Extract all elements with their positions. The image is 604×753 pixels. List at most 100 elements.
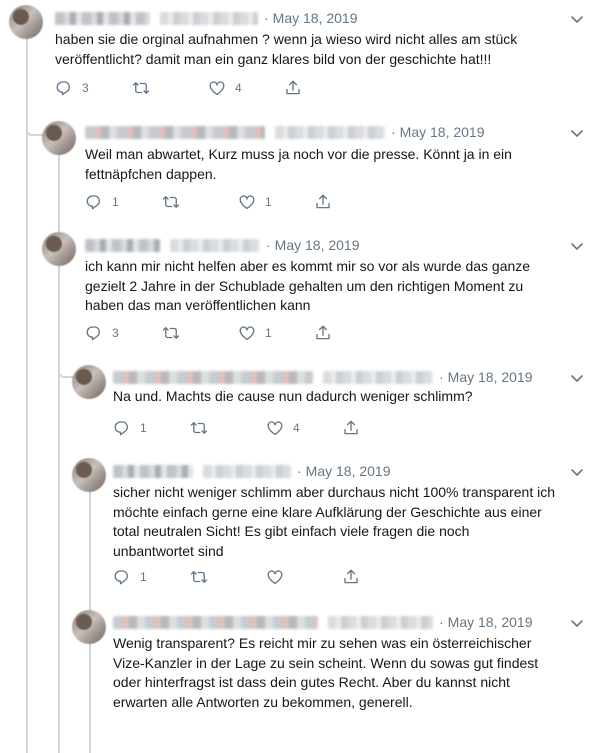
like-count: 4 xyxy=(235,81,242,95)
retweet-icon xyxy=(162,196,180,208)
author-name[interactable] xyxy=(55,11,150,25)
tweet-text: ich kann mir nicht helfen aber es kommt … xyxy=(85,257,530,316)
retweet-button[interactable] xyxy=(190,418,217,438)
reply-icon xyxy=(86,195,100,210)
author-handle[interactable] xyxy=(328,615,433,629)
retweet-button[interactable] xyxy=(162,192,189,212)
share-button[interactable] xyxy=(284,78,302,98)
reply-button[interactable]: 1 xyxy=(85,192,119,212)
avatar[interactable] xyxy=(42,232,76,266)
tweet-text-line: total neutralen Sicht! Es gibt einfach v… xyxy=(113,523,470,539)
reply-button[interactable]: 1 xyxy=(113,418,147,438)
author-handle[interactable] xyxy=(323,370,433,384)
tweet-text-line: haben sie die orginal aufnahmen ? wenn j… xyxy=(55,31,518,47)
tweet-text-line: Weil man abwartet, Kurz muss ja noch vor… xyxy=(85,146,512,162)
separator-dot: · xyxy=(391,124,396,140)
reply-count: 3 xyxy=(112,326,119,340)
tweet-date[interactable]: May 18, 2019 xyxy=(306,463,391,479)
separator-dot: · xyxy=(297,463,302,479)
author-handle[interactable] xyxy=(275,125,385,139)
like-button[interactable] xyxy=(266,567,293,587)
like-button[interactable]: 1 xyxy=(238,192,272,212)
tweet-text-line: gezielt 2 Jahre in der Schublade gehalte… xyxy=(85,277,524,294)
reply-icon xyxy=(114,421,128,436)
author-name[interactable] xyxy=(113,615,318,629)
reply-count: 1 xyxy=(140,421,147,435)
author-handle[interactable] xyxy=(160,11,258,25)
tweet[interactable]: · May 18, 2019 sicher nicht weniger schl… xyxy=(0,453,604,603)
tweet-actions: 1 xyxy=(113,567,373,587)
separator-dot: · xyxy=(264,10,269,26)
retweet-button[interactable] xyxy=(190,567,217,587)
tweet-text-line: veröffentlicht? damit man ein ganz klare… xyxy=(55,50,492,67)
avatar[interactable] xyxy=(72,458,106,492)
like-count: 4 xyxy=(293,421,300,435)
chevron-down-icon[interactable] xyxy=(570,371,584,385)
reply-button[interactable]: 3 xyxy=(55,78,89,98)
tweet-text: haben sie die orginal aufnahmen ? wenn j… xyxy=(55,30,517,69)
author-name[interactable] xyxy=(85,238,160,252)
reply-button[interactable]: 3 xyxy=(85,323,119,343)
tweet-text-line: haben das man veröffentlichen kann xyxy=(85,297,311,313)
tweet-text-line: Na und. Machts die cause nun dadurch wen… xyxy=(113,388,473,404)
reply-icon xyxy=(114,570,128,585)
like-count: 1 xyxy=(265,195,272,209)
like-icon xyxy=(239,326,255,341)
reply-button[interactable]: 1 xyxy=(113,567,147,587)
like-count: 1 xyxy=(265,326,272,340)
like-icon xyxy=(267,570,283,585)
share-button[interactable] xyxy=(342,567,360,587)
share-icon xyxy=(344,420,358,435)
retweet-button[interactable] xyxy=(162,323,189,343)
chevron-down-icon[interactable] xyxy=(570,126,584,140)
tweet-actions: 3 4 xyxy=(55,78,315,98)
retweet-icon xyxy=(190,571,208,583)
tweet-date[interactable]: May 18, 2019 xyxy=(448,369,533,385)
tweet-actions: 1 1 xyxy=(85,192,345,212)
tweet-text-line: sicher nicht weniger schlimm aber durcha… xyxy=(113,484,555,500)
chevron-down-icon[interactable] xyxy=(570,239,584,253)
like-button[interactable]: 4 xyxy=(266,418,300,438)
tweet[interactable]: · May 18, 2019 Na und. Machts die cause … xyxy=(0,360,604,450)
share-button[interactable] xyxy=(314,192,332,212)
author-handle[interactable] xyxy=(170,238,260,252)
tweet-date[interactable]: May 18, 2019 xyxy=(273,10,358,26)
tweet[interactable]: · May 18, 2019 Weil man abwartet, Kurz m… xyxy=(0,115,604,220)
tweet-text: sicher nicht weniger schlimm aber durcha… xyxy=(113,483,555,561)
avatar[interactable] xyxy=(9,5,43,39)
tweet[interactable]: · May 18, 2019 Wenig transparent? Es rei… xyxy=(0,605,604,753)
tweet-text: Na und. Machts die cause nun dadurch wen… xyxy=(113,387,473,407)
reply-count: 1 xyxy=(112,195,119,209)
author-handle[interactable] xyxy=(203,464,291,478)
tweet[interactable]: · May 18, 2019 haben sie die orginal auf… xyxy=(0,0,604,110)
author-name[interactable] xyxy=(113,464,193,478)
tweet-header: · May 18, 2019 xyxy=(113,461,391,481)
tweet-text-line: fettnäpfchen dappen. xyxy=(85,165,217,182)
retweet-icon xyxy=(132,82,150,94)
avatar[interactable] xyxy=(42,121,76,155)
avatar[interactable] xyxy=(72,610,106,644)
avatar[interactable] xyxy=(72,365,106,399)
chevron-down-icon[interactable] xyxy=(570,12,584,26)
tweet-header: · May 18, 2019 xyxy=(55,8,358,28)
tweet-header: · May 18, 2019 xyxy=(113,612,533,632)
tweet-actions: 1 4 xyxy=(113,418,373,438)
chevron-down-icon[interactable] xyxy=(570,465,584,479)
tweet-date[interactable]: May 18, 2019 xyxy=(400,124,485,140)
tweet-actions: 3 1 xyxy=(85,323,345,343)
tweet-date[interactable]: May 18, 2019 xyxy=(275,237,360,253)
tweet[interactable]: · May 18, 2019 ich kann mir nicht helfen… xyxy=(0,228,604,358)
retweet-button[interactable] xyxy=(132,78,159,98)
share-icon xyxy=(286,80,300,95)
like-button[interactable]: 1 xyxy=(238,323,272,343)
like-button[interactable]: 4 xyxy=(208,78,242,98)
tweet-header: · May 18, 2019 xyxy=(113,367,533,387)
chevron-down-icon[interactable] xyxy=(570,616,584,630)
tweet-date[interactable]: May 18, 2019 xyxy=(448,614,533,630)
author-name[interactable] xyxy=(85,125,265,139)
share-button[interactable] xyxy=(314,323,332,343)
share-button[interactable] xyxy=(342,418,360,438)
author-name[interactable] xyxy=(113,370,313,384)
separator-dot: · xyxy=(439,614,444,630)
share-icon xyxy=(344,569,358,584)
